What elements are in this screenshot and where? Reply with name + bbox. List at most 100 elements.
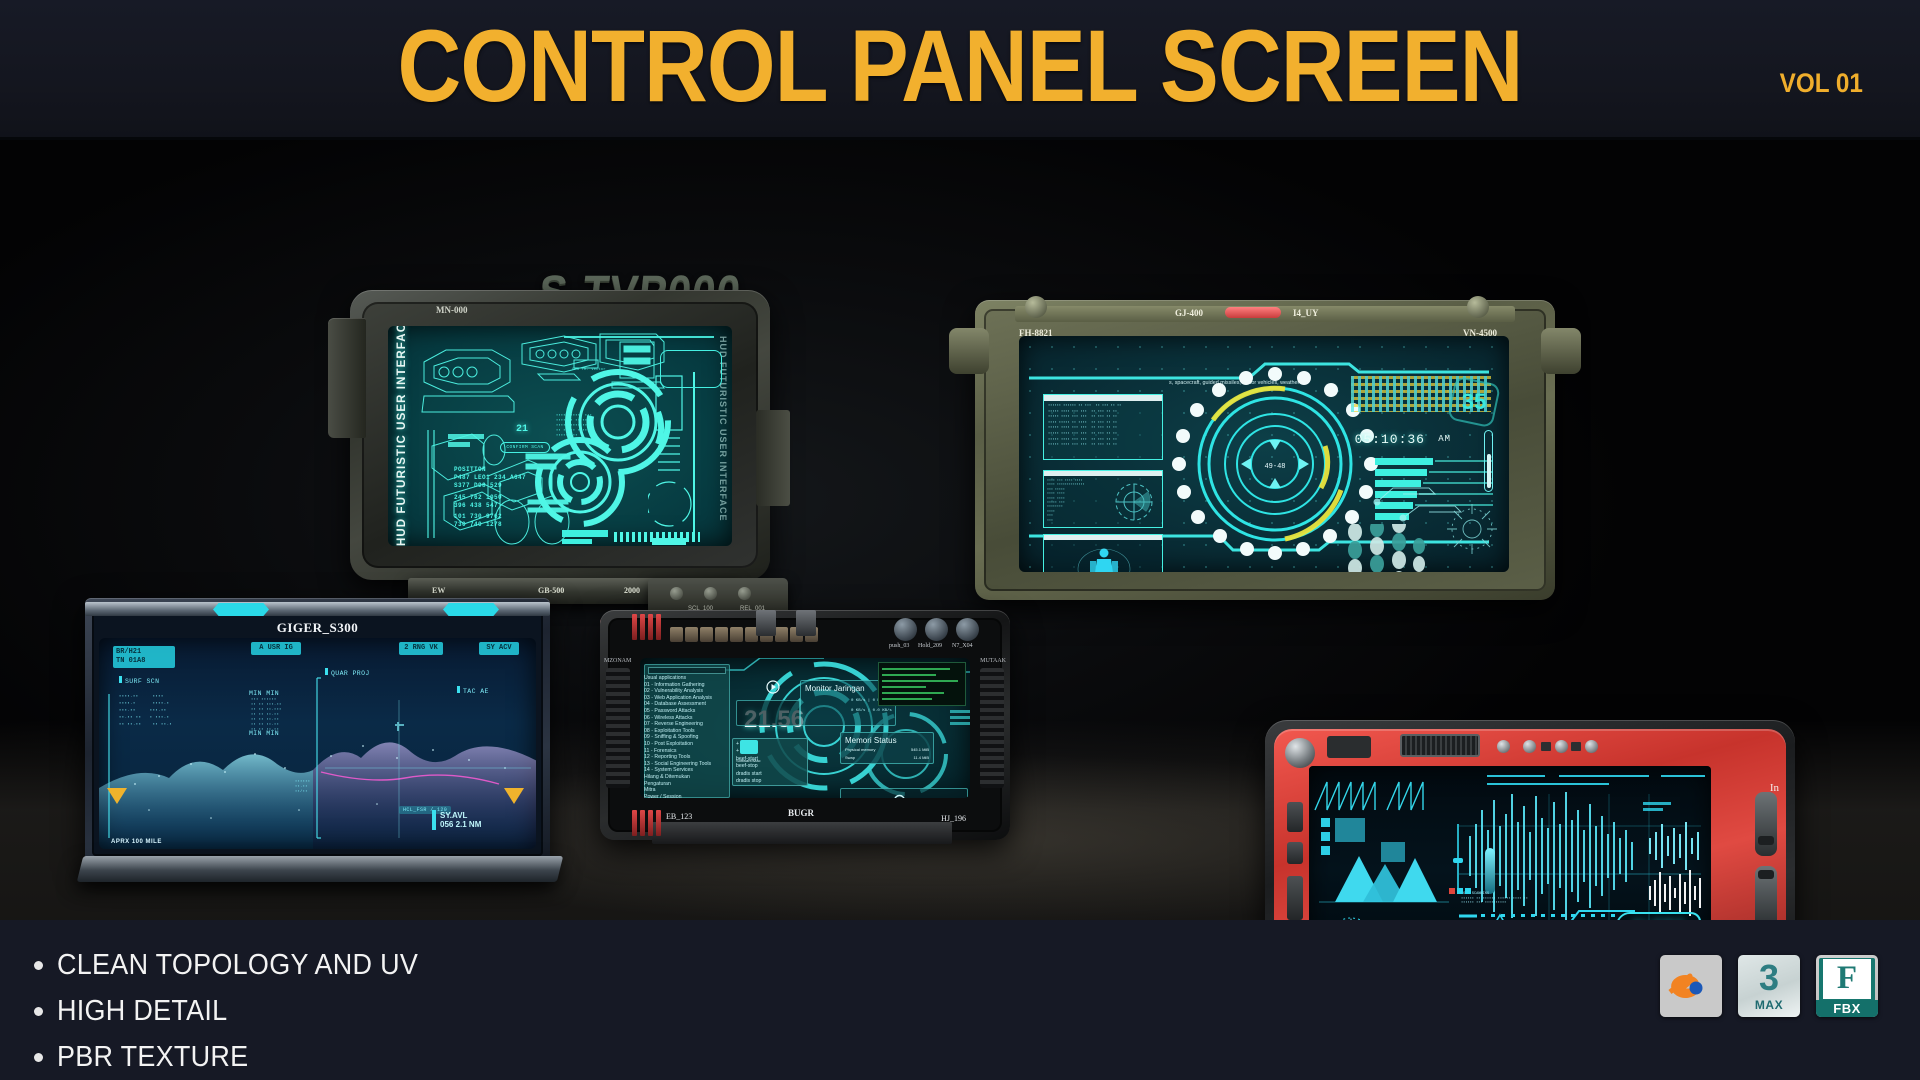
hud-futuristic-panel[interactable]: S-TVP000 MN-000 HUD FUTURISTIC USER INTE… <box>328 266 790 604</box>
panel4-menu-item[interactable]: 13 - Social Engineering Tools <box>644 761 711 767</box>
panel2-right-tube <box>1541 328 1581 374</box>
panel5-indicator-4[interactable] <box>1585 740 1598 753</box>
panel1-hinge <box>328 318 366 438</box>
panel2-data-table: ▪▪▪▪▪▪ ▪▪▪▪▪▪ ▪▪ ▪▪▪ ▪▪ ▪▪▪ ▪▪ ▪▪ ▪▪▪▪▪ … <box>1043 394 1163 460</box>
panel2-status-pill[interactable] <box>1225 307 1281 318</box>
knob-hold[interactable] <box>925 618 948 641</box>
memori-row-value: 545.1 MiB <box>910 747 929 752</box>
olive-tactical-panel[interactable]: GJ-400 I4_UY FH-8821 VN-4500 s, spacecra… <box>949 296 1581 600</box>
panel4-menu-search-input[interactable] <box>648 667 726 674</box>
panel4-bottom-label-right: HJ_196 <box>941 814 966 823</box>
panel4-menu-item[interactable]: 02 - Vulnerability Analysis <box>644 688 703 694</box>
panel5-indicator-3[interactable] <box>1555 740 1568 753</box>
panel4-side-label-right: MUTAAK <box>980 658 1006 664</box>
panel3-chip-rng[interactable]: 2 RNG VK <box>399 642 443 655</box>
panel4-menu-item[interactable]: Mitra <box>644 787 656 793</box>
poster-footer: CLEAN TOPOLOGY AND UV HIGH DETAIL PBR TEXT… <box>0 920 1920 1080</box>
knob-push-label: push_03 <box>889 643 910 649</box>
play-icon[interactable] <box>766 680 780 694</box>
panel1-side-readouts <box>648 372 695 545</box>
panel3-tag-surf-scn: SURF SCN <box>119 676 159 685</box>
panel5-slider-lower[interactable] <box>1755 866 1777 920</box>
panel4-terminal-window[interactable] <box>878 662 966 706</box>
panel3-tab-left[interactable] <box>213 603 269 616</box>
panel3-stand <box>76 856 564 882</box>
system-status-alert-panel[interactable]: In Out <box>1265 720 1795 920</box>
panel1-counter: 21 <box>516 424 529 435</box>
feature-row: PBR TEXTURE <box>34 1034 445 1080</box>
panel4-menu-item[interactable]: 08 - Exploitation Tools <box>644 728 695 734</box>
panel5-left-button-3[interactable] <box>1287 876 1303 920</box>
panel5-label-in: In <box>1769 782 1779 794</box>
panel5-slider-upper[interactable] <box>1755 792 1777 856</box>
panel4-menu-item[interactable]: 01 - Information Gathering <box>644 682 705 688</box>
linux-console-panel[interactable]: push_03 Hold_209 N7_X04 MZONAM MUTAAK Us… <box>600 610 1010 844</box>
panel4-big-number-frame <box>736 700 800 726</box>
giger-s300-panel[interactable]: GIGER_S300 BR/H21 TN 01A8 A USR IG 2 RNG… <box>76 598 564 882</box>
panel4-menu-item[interactable]: Pengaturan <box>644 781 671 787</box>
search-icon <box>894 794 905 798</box>
panel5-vent <box>1400 734 1480 757</box>
panel1-bb-left: EW <box>432 586 446 595</box>
panel4-submenu-item[interactable]: dradis start <box>736 771 762 777</box>
panel5-indicator-2[interactable] <box>1523 740 1536 753</box>
panel1-screen[interactable]: HUD FUTURISTIC USER INTERFACE HUD FUTURI… <box>388 326 732 546</box>
panel1-confirm-button[interactable]: CONFIRM SCAN <box>500 442 550 453</box>
memori-status-window[interactable]: Memori Status Physical memory 545.1 MiB … <box>840 732 934 764</box>
panel4-menu-item[interactable]: Power / Session <box>644 794 681 798</box>
panel5-left-button-1[interactable] <box>1287 802 1303 832</box>
panel2-code-gj400: GJ-400 <box>1175 308 1203 318</box>
panel4-menu-item[interactable]: Hilang & Ditemukan <box>644 774 690 780</box>
connector-knob[interactable] <box>704 587 717 600</box>
fbx-letter: F <box>1836 960 1858 996</box>
panel4-menu-item[interactable]: 04 - Database Assessment <box>644 701 706 707</box>
panel5-gauge-handle[interactable] <box>1453 858 1463 863</box>
connector-knob[interactable] <box>670 587 683 600</box>
panel1-position-line: 730 740 1278 <box>454 521 503 528</box>
panel3-chevron-right-icon <box>504 788 524 804</box>
panel3-tab-right[interactable] <box>443 603 499 616</box>
panel5-indicator-1[interactable] <box>1497 740 1510 753</box>
panel2-screen[interactable]: s, spacecraft, guided missiles, motor ve… <box>1019 336 1509 572</box>
panel4-menu-item[interactable]: Usual applications <box>644 675 686 681</box>
panel4-menu-item[interactable]: 14 - System Services <box>644 767 693 773</box>
panel5-rotary-dial[interactable] <box>1285 738 1315 768</box>
panel1-position-line: P487 LEO1 234_A647 <box>454 474 527 481</box>
panel4-menu-item[interactable]: 05 - Password Attacks <box>644 708 695 714</box>
panel4-submenu-item[interactable]: beef-stop <box>736 763 758 769</box>
panel4-menu-item[interactable]: 11 - Forensics <box>644 748 676 754</box>
feature-row: HIGH DETAIL <box>34 988 445 1034</box>
panel5-left-button-2[interactable] <box>1287 842 1303 864</box>
panel4-screen[interactable]: Usual applications 01 - Information Gathe… <box>640 658 970 798</box>
panel4-menu-item[interactable]: 12 - Reporting Tools <box>644 754 690 760</box>
knob-push[interactable] <box>894 618 917 641</box>
panel5-switch-2[interactable] <box>1571 742 1581 751</box>
panel1-confirm-button-label: CONFIRM SCAN <box>506 445 544 450</box>
panel5-switch-1[interactable] <box>1541 742 1551 751</box>
knob-hold-label: Hold_209 <box>918 643 942 649</box>
panel3-readout-grid: ▪▪▪▪.▪▪ ▪▪▪▪ ▪▪▪▪.▪ ▪▪▪▪.▪ ▪▪▪.▪▪ ▪▪▪.▪▪ ▪▪… <box>119 695 173 727</box>
panel1-hatch-bar <box>614 532 700 542</box>
panel4-menu-item[interactable]: 06 - Wireless Attacks <box>644 715 692 721</box>
panel4-menu-item[interactable]: 03 - Web Application Analysis <box>644 695 712 701</box>
panel5-screen[interactable]: N/S 51.2011549, -1.1767377 <box>1309 766 1711 920</box>
panel4-menu-item[interactable]: 07 - Reverse Engineering <box>644 721 703 727</box>
panel3-chip-br-h21[interactable]: BR/H21 TN 01A8 <box>113 646 175 668</box>
panel3-chip-sy-acv[interactable]: SY ACV <box>479 642 519 655</box>
memori-row-value-2: 11.4 MiB <box>913 755 930 760</box>
connector-knob[interactable] <box>738 587 751 600</box>
panel3-chip-a-usr[interactable]: A USR IG <box>251 642 301 655</box>
panel4-submenu-item[interactable]: dradis stop <box>736 778 761 784</box>
knob-n7[interactable] <box>956 618 979 641</box>
panel1-position-line: S377 D98 529 <box>454 482 503 489</box>
monitor-jaringan-title: Monitor Jaringan <box>805 684 865 693</box>
panel3-footer-label: APRX 100 MILE <box>111 839 162 845</box>
panel3-screen[interactable]: BR/H21 TN 01A8 A USR IG 2 RNG VK SY ACV … <box>99 638 536 849</box>
feature-label: PBR TEXTURE <box>57 1040 249 1073</box>
panel4-search-bar[interactable] <box>840 788 968 798</box>
panel4-menu-item[interactable]: 09 - Sniffing & Spoofing <box>644 734 698 740</box>
panel3-title: GIGER_S300 <box>276 620 359 635</box>
panel4-menu-item[interactable]: 10 - Post Exploitation <box>644 741 693 747</box>
panel5-status-chips <box>1449 888 1471 894</box>
panel5-alert-bracket <box>1570 910 1635 920</box>
